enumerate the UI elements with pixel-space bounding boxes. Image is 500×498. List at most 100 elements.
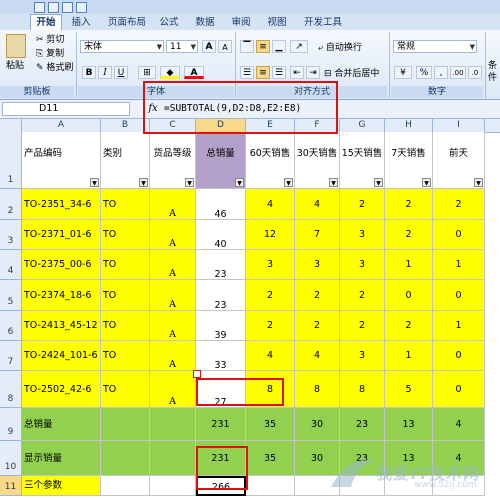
name-box[interactable]: D11: [2, 102, 130, 116]
paste-icon[interactable]: [6, 34, 26, 58]
align-middle-icon[interactable]: ≡: [256, 40, 270, 53]
cell-d15-2[interactable]: 2: [340, 189, 385, 220]
cell-d7-6[interactable]: 2: [385, 311, 433, 341]
increase-indent-icon[interactable]: ⇥: [306, 66, 320, 79]
tab-review[interactable]: 审阅: [226, 15, 256, 30]
cell-total-4[interactable]: 23: [196, 250, 246, 280]
row-header-2[interactable]: 2: [0, 189, 22, 220]
cell-d15-5[interactable]: 2: [340, 280, 385, 311]
column-header-h[interactable]: H: [385, 119, 433, 132]
cell-total-code[interactable]: 总销量: [22, 408, 101, 441]
row-header-3[interactable]: 3: [0, 220, 22, 250]
cell-d15-7[interactable]: 3: [340, 341, 385, 371]
cell-d7-7[interactable]: 1: [385, 341, 433, 371]
font-color-icon[interactable]: A: [184, 66, 204, 79]
tab-formulas[interactable]: 公式: [154, 15, 184, 30]
formula-input[interactable]: =SUBTOTAL(9,D2:D8,E2:E8): [164, 101, 500, 117]
cell-grade-6[interactable]: A: [150, 311, 196, 341]
cell-total-d60[interactable]: 35: [246, 408, 295, 441]
cell-d60-4[interactable]: 3: [246, 250, 295, 280]
tab-page-layout[interactable]: 页面布局: [104, 15, 150, 30]
cell-total-6[interactable]: 39: [196, 311, 246, 341]
cell-grade-4[interactable]: A: [150, 250, 196, 280]
orientation-icon[interactable]: ↗: [290, 40, 308, 53]
percent-button[interactable]: %: [416, 66, 432, 79]
cell-code-6[interactable]: TO-2413_45-12: [22, 311, 101, 341]
cell-code-7[interactable]: TO-2424_101-6: [22, 341, 101, 371]
select-all-corner[interactable]: [0, 119, 22, 132]
cell-d30-7[interactable]: 4: [295, 341, 340, 371]
cell-code-3[interactable]: TO-2371_01-6: [22, 220, 101, 250]
row-header-9[interactable]: 9: [0, 408, 22, 441]
cell-prev-4[interactable]: 1: [433, 250, 485, 280]
align-center-icon[interactable]: ≡: [256, 66, 270, 79]
cell-prev-3[interactable]: 0: [433, 220, 485, 250]
undo-icon[interactable]: [48, 2, 59, 13]
column-header-b[interactable]: B: [101, 119, 150, 132]
format-painter-button[interactable]: ✎ 格式刷: [36, 62, 73, 74]
cell-params-grade[interactable]: [150, 476, 196, 496]
cell-total-prev[interactable]: 4: [433, 408, 485, 441]
number-format-select[interactable]: 常规 ▼: [393, 40, 477, 53]
cell-params-d60[interactable]: [246, 476, 295, 496]
column-header-c[interactable]: C: [150, 119, 196, 132]
cell-d30-8[interactable]: 8: [295, 371, 340, 408]
tab-data[interactable]: 数据: [190, 15, 220, 30]
tab-home[interactable]: 开始: [30, 14, 62, 31]
merge-center-button[interactable]: ⊟ 合并后居中: [324, 68, 379, 80]
cell-code-2[interactable]: TO-2351_34-6: [22, 189, 101, 220]
grow-font-button[interactable]: A: [202, 40, 216, 53]
cell-total-grade[interactable]: [150, 408, 196, 441]
column-header-d[interactable]: D: [196, 119, 246, 132]
active-cell-d11[interactable]: 266: [196, 476, 246, 496]
column-header-g[interactable]: G: [340, 119, 385, 132]
cell-d15-4[interactable]: 3: [340, 250, 385, 280]
save-icon[interactable]: [34, 2, 45, 13]
cell-d60-2[interactable]: 4: [246, 189, 295, 220]
filter-dropdown-icon[interactable]: ▼: [374, 178, 383, 187]
cell-d7-8[interactable]: 5: [385, 371, 433, 408]
row-header-7[interactable]: 7: [0, 341, 22, 371]
row-header-5[interactable]: 5: [0, 280, 22, 311]
cell-shown-grade[interactable]: [150, 441, 196, 476]
cell-total-5[interactable]: 23: [196, 280, 246, 311]
cell-d60-3[interactable]: 12: [246, 220, 295, 250]
cell-prev-5[interactable]: 0: [433, 280, 485, 311]
tab-view[interactable]: 视图: [262, 15, 292, 30]
filter-dropdown-icon[interactable]: ▼: [235, 178, 244, 187]
align-right-icon[interactable]: ☰: [272, 66, 286, 79]
cell-params-type[interactable]: [101, 476, 150, 496]
filter-dropdown-icon[interactable]: ▼: [139, 178, 148, 187]
cell-d15-8[interactable]: 8: [340, 371, 385, 408]
cell-total-d15[interactable]: 23: [340, 408, 385, 441]
wrap-text-button[interactable]: ⤶ 自动换行: [318, 42, 362, 54]
currency-button[interactable]: ¥: [394, 66, 412, 79]
column-header-f[interactable]: F: [295, 119, 340, 132]
cell-grade-2[interactable]: A: [150, 189, 196, 220]
fx-icon[interactable]: fx: [146, 102, 160, 116]
cell-total-d7[interactable]: 13: [385, 408, 433, 441]
column-header-a[interactable]: A: [22, 119, 101, 132]
row-header-10[interactable]: 10: [0, 441, 22, 476]
comma-button[interactable]: ,: [434, 66, 448, 79]
cell-d15-6[interactable]: 2: [340, 311, 385, 341]
row-header-8[interactable]: 8: [0, 371, 22, 408]
cell-code-8[interactable]: TO-2502_42-6: [22, 371, 101, 408]
cell-d30-3[interactable]: 7: [295, 220, 340, 250]
cell-type-2[interactable]: TO: [101, 189, 150, 220]
cell-shown-total[interactable]: 231: [196, 441, 246, 476]
cell-shown-d60[interactable]: 35: [246, 441, 295, 476]
cell-d60-6[interactable]: 2: [246, 311, 295, 341]
cut-button[interactable]: ✂ 剪切: [36, 34, 64, 46]
cell-d30-5[interactable]: 2: [295, 280, 340, 311]
cell-d7-5[interactable]: 0: [385, 280, 433, 311]
filter-dropdown-icon[interactable]: ▼: [90, 178, 99, 187]
cell-grade-5[interactable]: A: [150, 280, 196, 311]
fill-handle[interactable]: [193, 370, 201, 378]
filter-dropdown-icon[interactable]: ▼: [422, 178, 431, 187]
cell-prev-2[interactable]: 2: [433, 189, 485, 220]
cell-total-total[interactable]: 231: [196, 408, 246, 441]
align-bottom-icon[interactable]: ▁: [272, 40, 286, 53]
cell-grade-3[interactable]: A: [150, 220, 196, 250]
filter-dropdown-icon[interactable]: ▼: [329, 178, 338, 187]
